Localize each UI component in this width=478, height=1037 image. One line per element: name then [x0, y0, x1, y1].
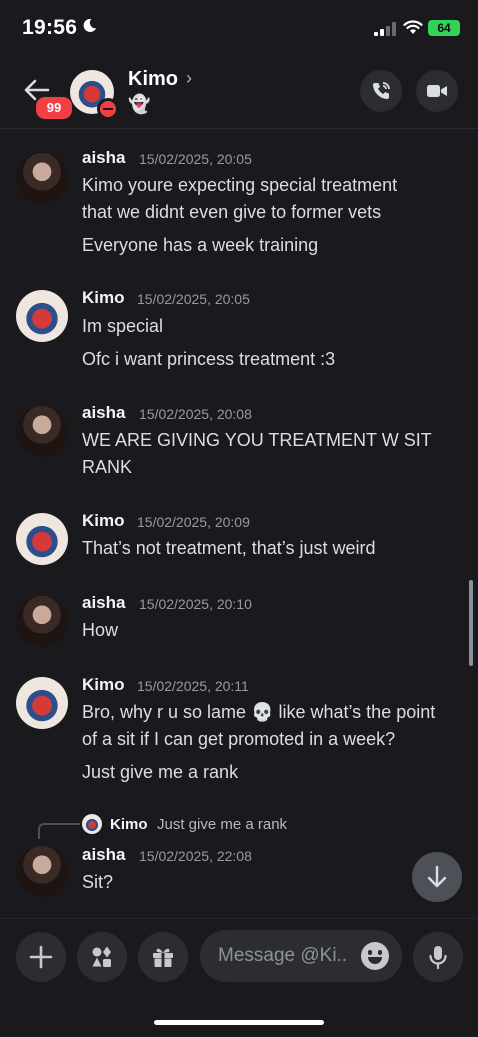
message-text: Bro, why r u so lame 💀 like what’s the p… — [82, 702, 436, 722]
plus-icon — [29, 945, 53, 969]
message-author[interactable]: Kimo — [82, 288, 125, 308]
avatar[interactable] — [16, 677, 68, 729]
message-text: of a sit if I can get promoted in a week… — [82, 729, 396, 749]
voice-call-button[interactable] — [360, 70, 402, 112]
scrollbar[interactable] — [469, 580, 473, 666]
moon-icon — [83, 18, 97, 32]
dm-header: 99 Kimo › 👻 — [0, 58, 478, 129]
emoji-icon[interactable] — [361, 942, 389, 970]
custom-status-emoji: 👻 — [128, 94, 151, 114]
avatar[interactable] — [16, 513, 68, 565]
message-author[interactable]: Kimo — [82, 511, 125, 531]
message-timestamp: 15/02/2025, 20:08 — [139, 406, 252, 422]
status-bar: 19:56 64 — [0, 0, 478, 58]
message-timestamp: 15/02/2025, 20:09 — [137, 514, 250, 530]
message-text: That’s not treatment, that’s just weird — [82, 538, 376, 558]
signal-icon — [374, 22, 396, 36]
attach-button[interactable] — [16, 932, 66, 982]
message-timestamp: 15/02/2025, 20:05 — [139, 151, 252, 167]
message-text: WE ARE GIVING YOU TREATMENT W SIT — [82, 430, 432, 450]
avatar[interactable] — [16, 595, 68, 647]
reply-connector — [38, 823, 80, 839]
message-timestamp: 15/02/2025, 20:11 — [137, 678, 249, 694]
message-timestamp: 15/02/2025, 20:10 — [139, 596, 252, 612]
reply-preview-text[interactable]: Just give me a rank — [157, 816, 287, 833]
message-timestamp: 15/02/2025, 22:08 — [139, 848, 252, 864]
reply-author[interactable]: Kimo — [110, 816, 148, 833]
avatar[interactable] — [16, 290, 68, 342]
voice-message-button[interactable] — [413, 932, 463, 982]
status-time: 19:56 — [22, 16, 78, 39]
message-author[interactable]: aisha — [82, 403, 125, 423]
phone-icon — [373, 82, 390, 99]
avatar[interactable] — [16, 845, 68, 897]
home-indicator — [154, 1020, 324, 1025]
message-text: Kimo youre expecting special treatment — [82, 175, 398, 195]
message-list[interactable]: aisha 15/02/2025, 20:05 Kimo youre expec… — [0, 129, 478, 919]
video-camera-icon — [427, 85, 447, 97]
message-text: that we didnt even give to former vets — [82, 202, 382, 222]
message-text: RANK — [82, 457, 133, 477]
video-call-button[interactable] — [416, 70, 458, 112]
avatar[interactable] — [16, 405, 68, 457]
message-author[interactable]: aisha — [82, 148, 125, 168]
message-author[interactable]: aisha — [82, 845, 125, 865]
avatar — [82, 814, 102, 834]
jump-to-present-button[interactable] — [412, 852, 462, 902]
message-text: Ofc i want princess treatment :3 — [82, 349, 336, 369]
unread-badge: 99 — [34, 95, 74, 121]
message-author[interactable]: aisha — [82, 593, 125, 613]
dnd-status-icon — [97, 98, 119, 120]
microphone-icon — [429, 946, 447, 969]
avatar[interactable] — [16, 152, 68, 204]
battery-indicator: 64 — [428, 20, 460, 36]
apps-icon — [92, 946, 111, 967]
message-text: How — [82, 620, 119, 640]
dm-name[interactable]: Kimo — [128, 68, 178, 91]
message-text: Just give me a rank — [82, 762, 239, 782]
gift-icon — [153, 948, 173, 967]
message-author[interactable]: Kimo — [82, 675, 125, 695]
wifi-icon — [403, 20, 423, 34]
message-timestamp: 15/02/2025, 20:05 — [137, 291, 250, 307]
message-text: Sit? — [82, 872, 114, 892]
arrow-down-icon — [427, 865, 447, 888]
apps-button[interactable] — [77, 932, 127, 982]
message-text: Im special — [82, 316, 164, 336]
chevron-right-icon[interactable]: › — [186, 68, 192, 89]
message-text: Everyone has a week training — [82, 235, 319, 255]
gift-button[interactable] — [138, 932, 188, 982]
